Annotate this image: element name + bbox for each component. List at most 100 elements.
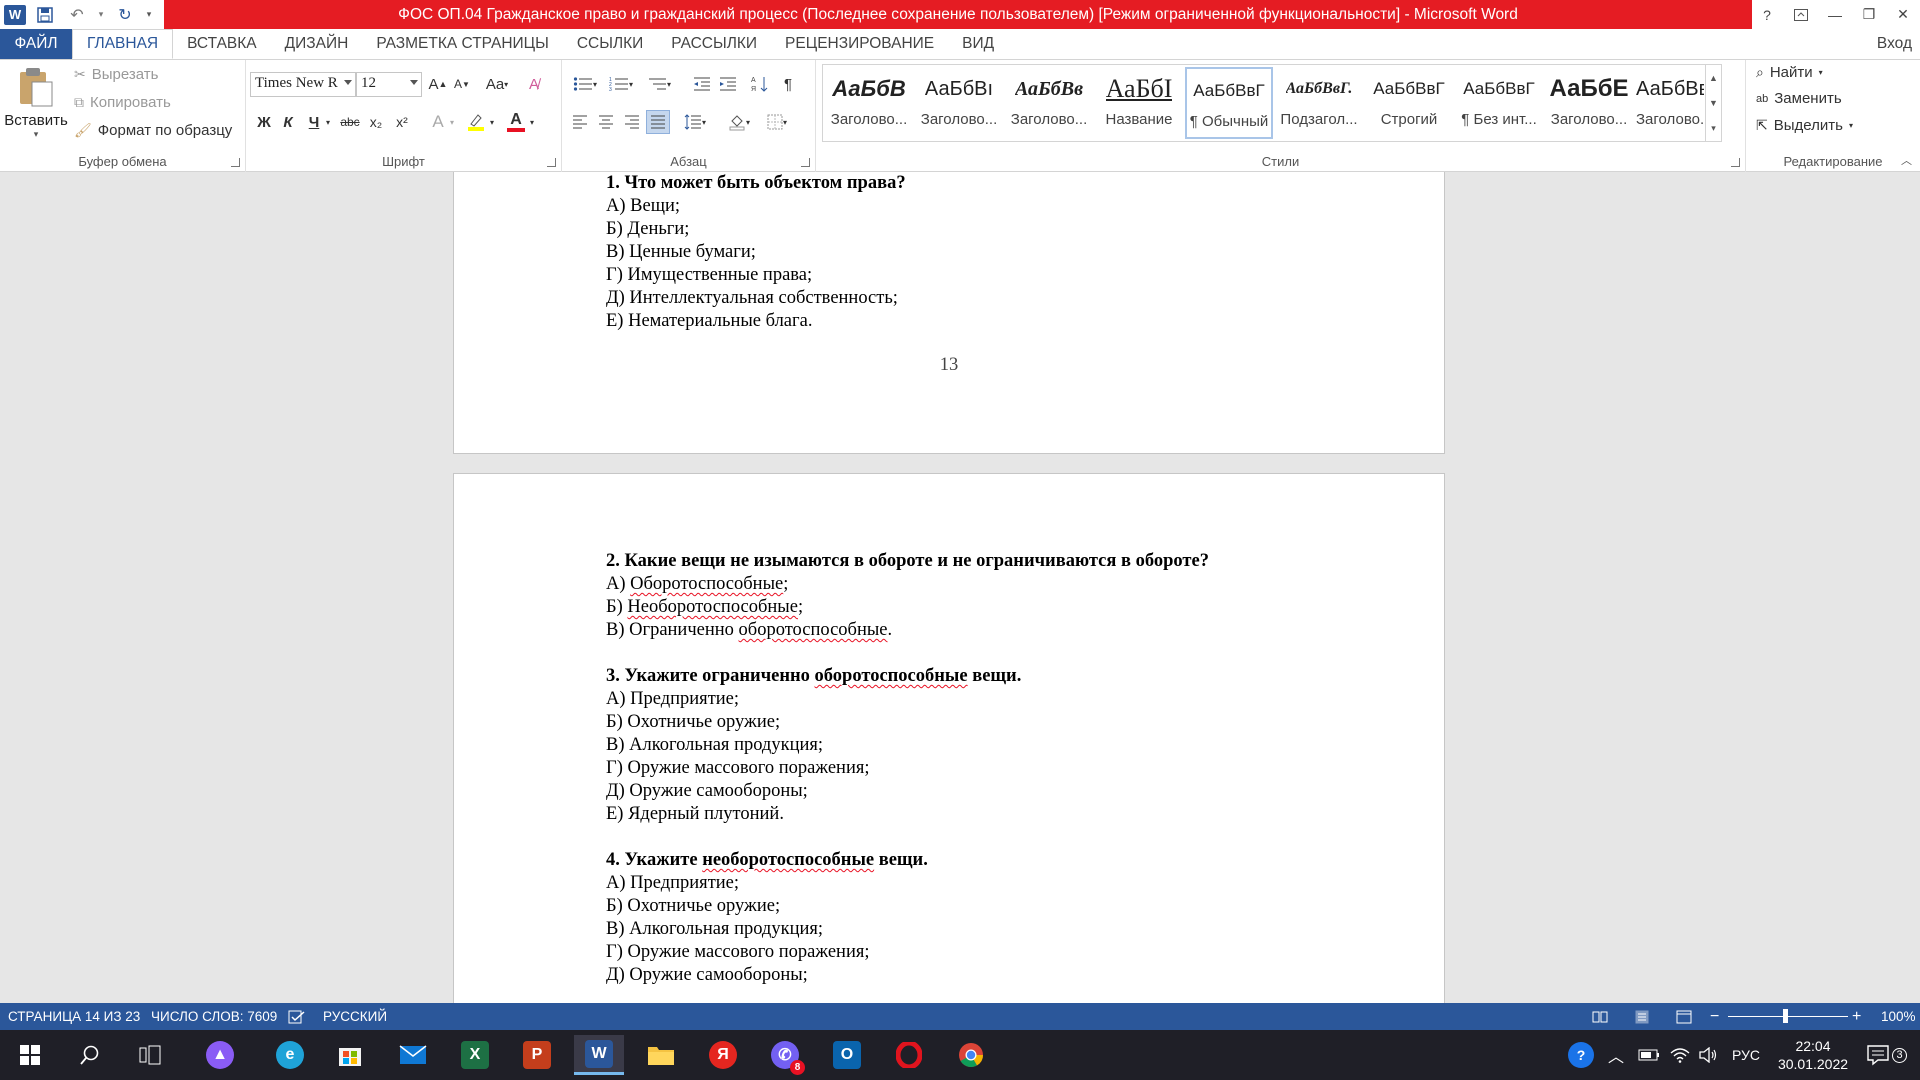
format-painter-button[interactable]: 🖌 Формат по образцу: [74, 122, 232, 139]
align-left-icon[interactable]: [568, 110, 592, 134]
tab-design[interactable]: ДИЗАЙН: [271, 29, 363, 59]
word-app-icon[interactable]: W: [4, 4, 26, 25]
tab-home[interactable]: ГЛАВНАЯ: [72, 29, 174, 59]
clear-formatting-icon[interactable]: A̸: [522, 72, 546, 96]
style-heading-5[interactable]: АаБбВв Заголово...: [1635, 67, 1705, 139]
font-size-select[interactable]: 12: [356, 72, 422, 97]
volume-icon[interactable]: [1698, 1030, 1718, 1080]
grow-font-icon[interactable]: A ▲: [426, 72, 450, 96]
style-strong[interactable]: АаБбВвГ Строгий: [1365, 67, 1453, 139]
highlight-color-icon[interactable]: [464, 110, 488, 134]
page-indicator[interactable]: СТРАНИЦА 14 ИЗ 23: [8, 1003, 140, 1030]
redo-icon[interactable]: ↻: [112, 2, 138, 27]
sign-in-link[interactable]: Вход: [1877, 29, 1912, 59]
alice-icon[interactable]: ▲: [195, 1035, 245, 1075]
page-13[interactable]: 1. Что может быть объектом права? А) Вещ…: [453, 172, 1445, 454]
style-heading-2[interactable]: АаБбВı Заголово...: [915, 67, 1003, 139]
style-heading-4[interactable]: АаБбЕ Заголово...: [1545, 67, 1633, 139]
search-icon[interactable]: [65, 1035, 115, 1075]
battery-icon[interactable]: [1638, 1030, 1660, 1080]
borders-icon[interactable]: ▾: [760, 110, 794, 134]
proofing-icon[interactable]: [288, 1003, 306, 1030]
show-formatting-icon[interactable]: ¶: [776, 72, 800, 96]
justify-icon[interactable]: [646, 110, 670, 134]
opera-icon[interactable]: [884, 1035, 934, 1075]
wifi-icon[interactable]: [1670, 1030, 1690, 1080]
language-indicator[interactable]: РУССКИЙ: [323, 1003, 387, 1030]
save-icon[interactable]: [32, 2, 58, 27]
style-heading-1[interactable]: АаБбВ Заголово...: [825, 67, 913, 139]
word-taskbar-icon[interactable]: W: [574, 1035, 624, 1075]
shrink-font-icon[interactable]: A ▼: [450, 72, 474, 96]
clock[interactable]: 22:04 30.01.2022: [1772, 1030, 1854, 1080]
shading-icon[interactable]: ▾: [722, 110, 756, 134]
customize-qat-icon[interactable]: ▾: [144, 2, 154, 27]
find-button[interactable]: ⌕ Найти ▾: [1756, 64, 1823, 81]
sort-icon[interactable]: AЯ: [748, 72, 772, 96]
chrome-icon[interactable]: [946, 1035, 996, 1075]
font-name-select[interactable]: Times New R: [250, 72, 356, 97]
task-view-icon[interactable]: [125, 1035, 175, 1075]
tab-insert[interactable]: ВСТАВКА: [173, 29, 271, 59]
increase-indent-icon[interactable]: [716, 72, 740, 96]
undo-icon[interactable]: ↶: [64, 2, 90, 27]
italic-button[interactable]: К: [276, 110, 300, 134]
tab-mailings[interactable]: РАССЫЛКИ: [657, 29, 771, 59]
collapse-ribbon-icon[interactable]: ︿: [1901, 152, 1912, 168]
gallery-down-icon[interactable]: ▼: [1709, 98, 1718, 108]
font-launcher-icon[interactable]: [547, 158, 556, 167]
font-color-icon[interactable]: A: [504, 110, 528, 134]
text-effects-dropdown-icon[interactable]: ▾: [446, 110, 458, 134]
help-tray-icon[interactable]: ?: [1568, 1030, 1594, 1080]
subscript-button[interactable]: x₂: [364, 110, 388, 134]
outlook-icon[interactable]: O: [822, 1035, 872, 1075]
select-button[interactable]: ⇱ Выделить ▾: [1756, 117, 1853, 134]
paragraph-launcher-icon[interactable]: [801, 158, 810, 167]
zoom-level[interactable]: 100%: [1881, 1003, 1916, 1030]
document-area[interactable]: 1. Что может быть объектом права? А) Вещ…: [0, 172, 1920, 1003]
tab-references[interactable]: ССЫЛКИ: [563, 29, 657, 59]
font-color-dropdown-icon[interactable]: ▾: [526, 110, 538, 134]
line-spacing-icon[interactable]: ▾: [678, 110, 712, 134]
close-icon[interactable]: ✕: [1886, 0, 1920, 29]
print-layout-icon[interactable]: [1634, 1003, 1650, 1030]
yandex-browser-icon[interactable]: Я: [698, 1035, 748, 1075]
viber-icon[interactable]: ✆ 8: [760, 1035, 810, 1075]
strikethrough-button[interactable]: abc: [338, 110, 362, 134]
web-layout-icon[interactable]: [1676, 1003, 1692, 1030]
gallery-up-icon[interactable]: ▲: [1709, 73, 1718, 83]
style-title[interactable]: АаБбI Название: [1095, 67, 1183, 139]
word-count[interactable]: ЧИСЛО СЛОВ: 7609: [151, 1003, 277, 1030]
clipboard-launcher-icon[interactable]: [231, 158, 240, 167]
input-language[interactable]: РУС: [1732, 1030, 1760, 1080]
style-no-spacing[interactable]: АаБбВвГ ¶ Без инт...: [1455, 67, 1543, 139]
file-explorer-icon[interactable]: [636, 1035, 686, 1075]
copy-button[interactable]: ⧉ Копировать: [74, 94, 171, 111]
powerpoint-icon[interactable]: P: [512, 1035, 562, 1075]
tab-page-layout[interactable]: РАЗМЕТКА СТРАНИЦЫ: [362, 29, 563, 59]
styles-launcher-icon[interactable]: [1731, 158, 1740, 167]
gallery-more-icon[interactable]: ▾: [1711, 123, 1716, 134]
highlight-dropdown-icon[interactable]: ▾: [486, 110, 498, 134]
page-14[interactable]: 2. Какие вещи не изымаются в обороте и н…: [453, 473, 1445, 1003]
zoom-slider-track[interactable]: [1728, 1016, 1848, 1017]
start-button[interactable]: [5, 1035, 55, 1075]
undo-dropdown-icon[interactable]: ▾: [96, 2, 106, 27]
decrease-indent-icon[interactable]: [690, 72, 714, 96]
read-mode-icon[interactable]: [1592, 1003, 1608, 1030]
multilevel-list-icon[interactable]: ▾: [642, 72, 676, 96]
ribbon-display-options-icon[interactable]: [1784, 0, 1818, 29]
action-center-icon[interactable]: 3: [1866, 1030, 1907, 1080]
bullets-icon[interactable]: ▾: [568, 72, 602, 96]
cut-button[interactable]: ✂ Вырезать: [74, 66, 158, 83]
excel-icon[interactable]: X: [450, 1035, 500, 1075]
change-case-button[interactable]: Aa ▾: [480, 72, 514, 96]
help-button[interactable]: ?: [1750, 0, 1784, 29]
tab-file[interactable]: ФАЙЛ: [0, 29, 72, 59]
superscript-button[interactable]: x²: [390, 110, 414, 134]
store-icon[interactable]: [325, 1035, 375, 1075]
tab-view[interactable]: ВИД: [948, 29, 1008, 59]
show-hidden-icons-icon[interactable]: ︿: [1608, 1030, 1624, 1080]
style-normal[interactable]: АаБбВвГ ¶ Обычный: [1185, 67, 1273, 139]
zoom-out-icon[interactable]: −: [1710, 1003, 1719, 1030]
